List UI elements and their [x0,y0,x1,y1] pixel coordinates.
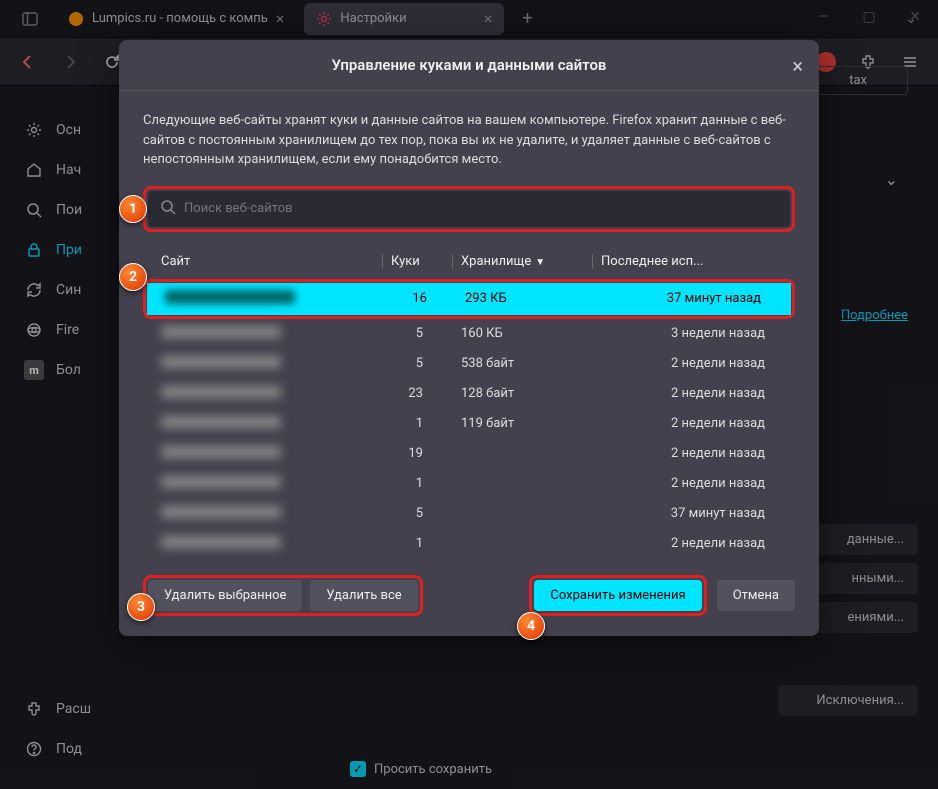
sites-table: Сайт Куки Хранилище▼ Последнее исп... 16… [143,246,795,559]
site-name-blurred [165,290,295,304]
table-row[interactable]: 1 2 недели назад [143,529,795,559]
remove-all-button[interactable]: Удалить все [310,580,417,611]
sort-desc-icon: ▼ [535,257,545,268]
table-row[interactable]: 16 293 КБ 37 минут назад [147,283,791,315]
search-box[interactable] [148,191,790,227]
callout-3: 3 [127,593,155,621]
site-search-input[interactable] [184,201,778,216]
site-name-blurred [161,416,281,428]
table-row[interactable]: 1 2 недели назад [143,469,795,499]
col-last-used[interactable]: Последнее исп... [593,254,785,269]
col-storage[interactable]: Хранилище▼ [453,254,593,269]
modal-overlay: Управление куками и данными сайтов × Сле… [0,0,938,789]
save-changes-button[interactable]: Сохранить изменения [534,580,701,611]
table-row[interactable]: 23 128 байт 2 недели назад [143,379,795,409]
selected-row-highlight: 16 293 КБ 37 минут назад [143,279,795,319]
table-row[interactable]: 1 119 байт 2 недели назад [143,409,795,439]
callout-1: 1 [119,195,147,223]
search-highlight [143,186,795,232]
close-modal-button[interactable]: × [792,54,803,78]
site-name-blurred [161,506,281,518]
col-cookies[interactable]: Куки [383,254,453,269]
table-row[interactable]: 5 538 байт 2 недели назад [143,349,795,379]
remove-selected-button[interactable]: Удалить выбранное [148,580,302,611]
site-name-blurred [161,476,281,488]
modal-title: Управление куками и данными сайтов [332,56,607,74]
cancel-button[interactable]: Отмена [717,580,795,611]
modal-actions: Удалить выбранное Удалить все Сохранить … [143,575,795,616]
site-name-blurred [161,356,281,368]
modal-header: Управление куками и данными сайтов × [119,40,819,91]
site-name-blurred [161,386,281,398]
table-row[interactable]: 5 37 минут назад [143,499,795,529]
site-name-blurred [161,446,281,458]
table-row[interactable]: 19 2 недели назад [143,439,795,469]
save-button-highlight: Сохранить изменения [529,575,706,616]
site-name-blurred [161,536,281,548]
col-site[interactable]: Сайт [153,254,383,269]
site-name-blurred [161,326,281,338]
search-icon [160,199,176,219]
callout-2: 2 [119,263,147,291]
remove-buttons-highlight: Удалить выбранное Удалить все [143,575,423,616]
modal-description: Следующие веб-сайты хранят куки и данные… [143,111,795,170]
table-row[interactable]: 5 160 КБ 3 недели назад [143,319,795,349]
callout-4: 4 [517,612,545,640]
table-header: Сайт Куки Хранилище▼ Последнее исп... [143,246,795,277]
cookies-modal: Управление куками и данными сайтов × Сле… [119,40,819,636]
